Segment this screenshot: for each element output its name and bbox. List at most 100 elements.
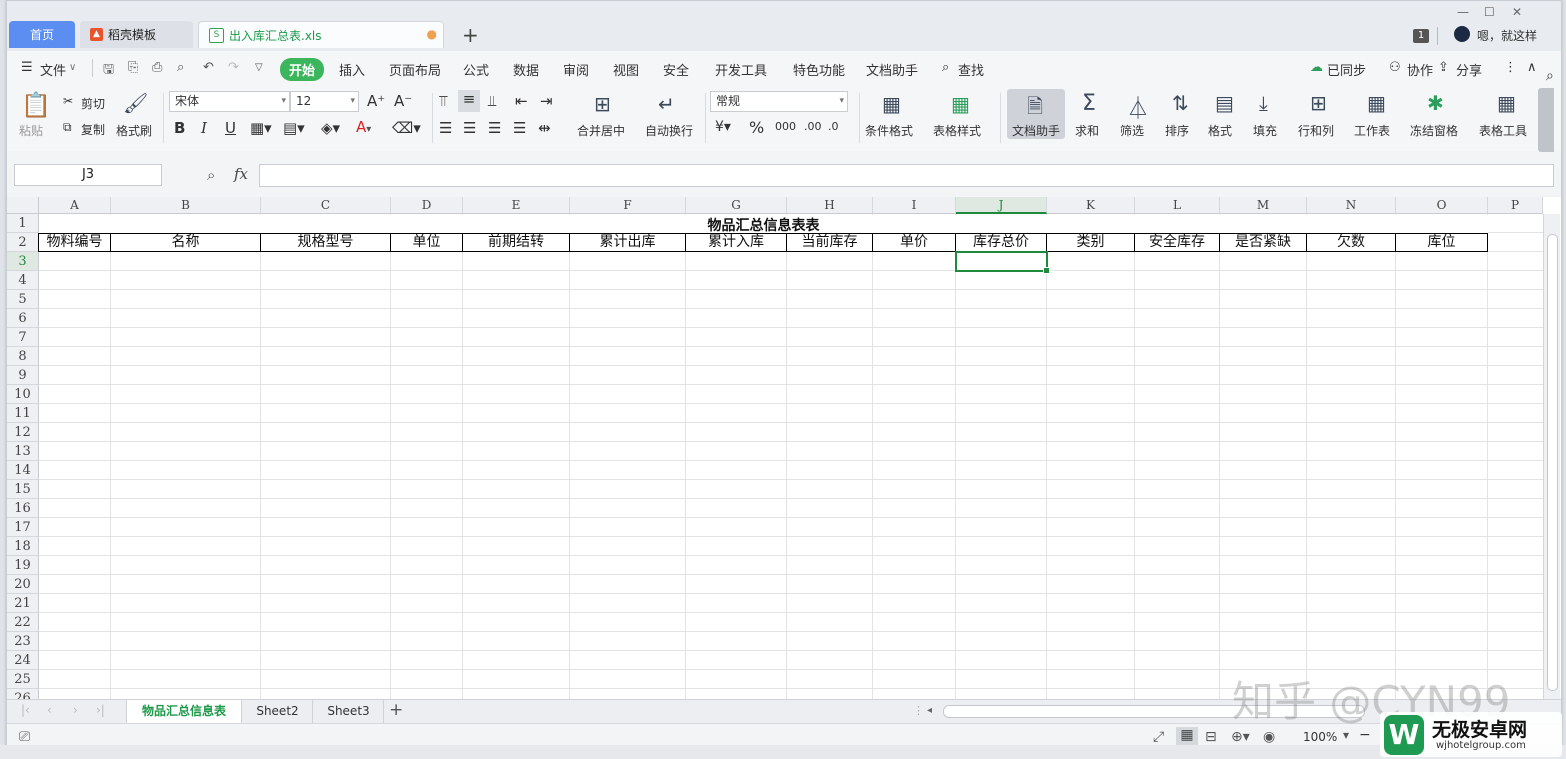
- align-bottom-icon[interactable]: ⫫: [488, 92, 496, 110]
- sheet-title[interactable]: 物品汇总信息表表: [39, 215, 1488, 234]
- row-header-7[interactable]: 7: [7, 328, 39, 347]
- eye-protection-icon[interactable]: ◉: [1263, 729, 1275, 745]
- menu-file[interactable]: 文件: [40, 60, 66, 79]
- cut-button[interactable]: 剪切: [81, 95, 105, 112]
- column-header-n[interactable]: N: [1307, 197, 1396, 214]
- row-header-18[interactable]: 18: [7, 537, 39, 556]
- row-header-9[interactable]: 9: [7, 366, 39, 385]
- row-col-icon[interactable]: ⊞: [1310, 91, 1327, 115]
- row-header-2[interactable]: 2: [7, 233, 39, 252]
- save-icon[interactable]: 🖫: [103, 60, 114, 82]
- select-all-corner[interactable]: [7, 197, 39, 214]
- menu-features[interactable]: 特色功能: [793, 60, 845, 79]
- prev-sheet-icon[interactable]: ‹: [47, 703, 52, 717]
- splitter-icon[interactable]: ⋮: [913, 704, 924, 717]
- increase-decimal-icon[interactable]: .00: [804, 120, 822, 133]
- row-header-1[interactable]: 1: [7, 214, 39, 233]
- reading-mode-icon[interactable]: ⊕▾: [1231, 729, 1250, 745]
- row-header-26[interactable]: 26: [7, 689, 39, 699]
- row-header-17[interactable]: 17: [7, 518, 39, 537]
- collab-button[interactable]: 协作: [1407, 60, 1433, 79]
- column-header-e[interactable]: E: [463, 197, 570, 214]
- header-cell-n[interactable]: 欠数: [1306, 233, 1396, 252]
- row-header-19[interactable]: 19: [7, 556, 39, 575]
- copy-icon[interactable]: ⧉: [63, 120, 72, 135]
- bold-button[interactable]: B: [174, 119, 185, 137]
- doc-helper-button[interactable]: 🗎 文档助手: [1007, 89, 1065, 139]
- scroll-left-icon[interactable]: ◂: [927, 705, 932, 716]
- formula-input[interactable]: [259, 164, 1554, 187]
- menu-page-layout[interactable]: 页面布局: [389, 60, 441, 79]
- fullscreen-icon[interactable]: ⤢: [1153, 729, 1164, 745]
- column-header-j[interactable]: J: [956, 197, 1047, 214]
- fill-down-icon[interactable]: ⤓: [1259, 91, 1268, 115]
- row-col-button[interactable]: 行和列: [1298, 122, 1334, 139]
- column-header-c[interactable]: C: [261, 197, 391, 214]
- menu-security[interactable]: 安全: [663, 60, 689, 79]
- worksheet-icon[interactable]: ▦: [1367, 91, 1386, 115]
- last-sheet-icon[interactable]: ›|: [96, 703, 105, 717]
- wrap-text-icon[interactable]: ↵: [658, 92, 675, 116]
- font-color-icon[interactable]: A▾: [356, 118, 371, 136]
- row-header-10[interactable]: 10: [7, 385, 39, 404]
- share-button[interactable]: 分享: [1456, 60, 1482, 79]
- close-icon[interactable]: ✕: [1512, 5, 1522, 19]
- column-header-l[interactable]: L: [1135, 197, 1220, 214]
- italic-button[interactable]: I: [201, 119, 207, 137]
- export-icon[interactable]: ⎘: [128, 60, 138, 75]
- fx-button[interactable]: fx: [234, 165, 248, 183]
- percent-button[interactable]: %: [749, 118, 764, 137]
- decrease-font-icon[interactable]: A⁻: [394, 92, 412, 110]
- align-left-icon[interactable]: ☰: [439, 119, 452, 137]
- column-header-m[interactable]: M: [1220, 197, 1307, 214]
- print-preview-icon[interactable]: ⌕: [177, 60, 184, 75]
- column-header-f[interactable]: F: [570, 197, 686, 214]
- column-header-g[interactable]: G: [686, 197, 787, 214]
- header-cell-i[interactable]: 单价: [872, 233, 956, 252]
- align-center-icon[interactable]: ☰: [463, 119, 476, 137]
- currency-icon[interactable]: ¥▾: [715, 119, 731, 135]
- filter-button[interactable]: 筛选: [1120, 122, 1144, 139]
- collapse-ribbon-icon[interactable]: ∧: [1527, 60, 1537, 75]
- header-cell-c[interactable]: 规格型号: [260, 233, 391, 252]
- row-header-12[interactable]: 12: [7, 423, 39, 442]
- row-header-24[interactable]: 24: [7, 651, 39, 670]
- more-icon[interactable]: ▽: [255, 62, 263, 73]
- selected-cell[interactable]: [955, 251, 1050, 274]
- column-header-p[interactable]: P: [1488, 197, 1543, 214]
- wrap-text-button[interactable]: 自动换行: [645, 122, 693, 139]
- fill-button[interactable]: 填充: [1253, 122, 1277, 139]
- row-header-6[interactable]: 6: [7, 309, 39, 328]
- header-cell-j[interactable]: 库存总价: [955, 233, 1047, 252]
- merge-center-icon[interactable]: ⊞: [594, 92, 611, 116]
- print-icon[interactable]: ⎙: [152, 60, 162, 75]
- fill-color-icon[interactable]: ▤▾: [283, 119, 305, 137]
- header-cell-h[interactable]: 当前库存: [786, 233, 873, 252]
- paste-button[interactable]: 粘贴: [19, 122, 43, 139]
- sheet-tab-active[interactable]: 物品汇总信息表: [126, 700, 242, 723]
- row-header-25[interactable]: 25: [7, 670, 39, 689]
- font-name-select[interactable]: 宋体: [169, 91, 290, 112]
- row-header-14[interactable]: 14: [7, 461, 39, 480]
- sync-status[interactable]: 已同步: [1327, 60, 1366, 79]
- header-cell-m[interactable]: 是否紧缺: [1219, 233, 1307, 252]
- outdent-icon[interactable]: ⇤: [515, 92, 528, 110]
- table-style-button[interactable]: 表格样式: [933, 122, 981, 139]
- undo-icon[interactable]: ↶: [203, 60, 214, 75]
- menu-home[interactable]: 开始: [280, 58, 325, 81]
- tab-file[interactable]: S 出入库汇总表.xls ●: [198, 21, 444, 48]
- freeze-panes-button[interactable]: 冻结窗格: [1410, 122, 1458, 139]
- sort-icon[interactable]: ⇅: [1172, 91, 1189, 115]
- name-box[interactable]: J3: [14, 164, 162, 186]
- decrease-decimal-icon[interactable]: .0: [828, 120, 839, 133]
- macro-record-icon[interactable]: ⎚: [19, 729, 30, 745]
- header-cell-g[interactable]: 累计入库: [685, 233, 787, 252]
- user-name[interactable]: 嗯，就这样: [1477, 27, 1537, 44]
- conditional-format-button[interactable]: 条件格式: [865, 122, 913, 139]
- table-style-icon[interactable]: ▦: [951, 92, 970, 116]
- row-header-16[interactable]: 16: [7, 499, 39, 518]
- first-sheet-icon[interactable]: |‹: [21, 703, 30, 717]
- column-header-a[interactable]: A: [39, 197, 111, 214]
- sort-button[interactable]: 排序: [1165, 122, 1189, 139]
- menu-review[interactable]: 审阅: [563, 60, 589, 79]
